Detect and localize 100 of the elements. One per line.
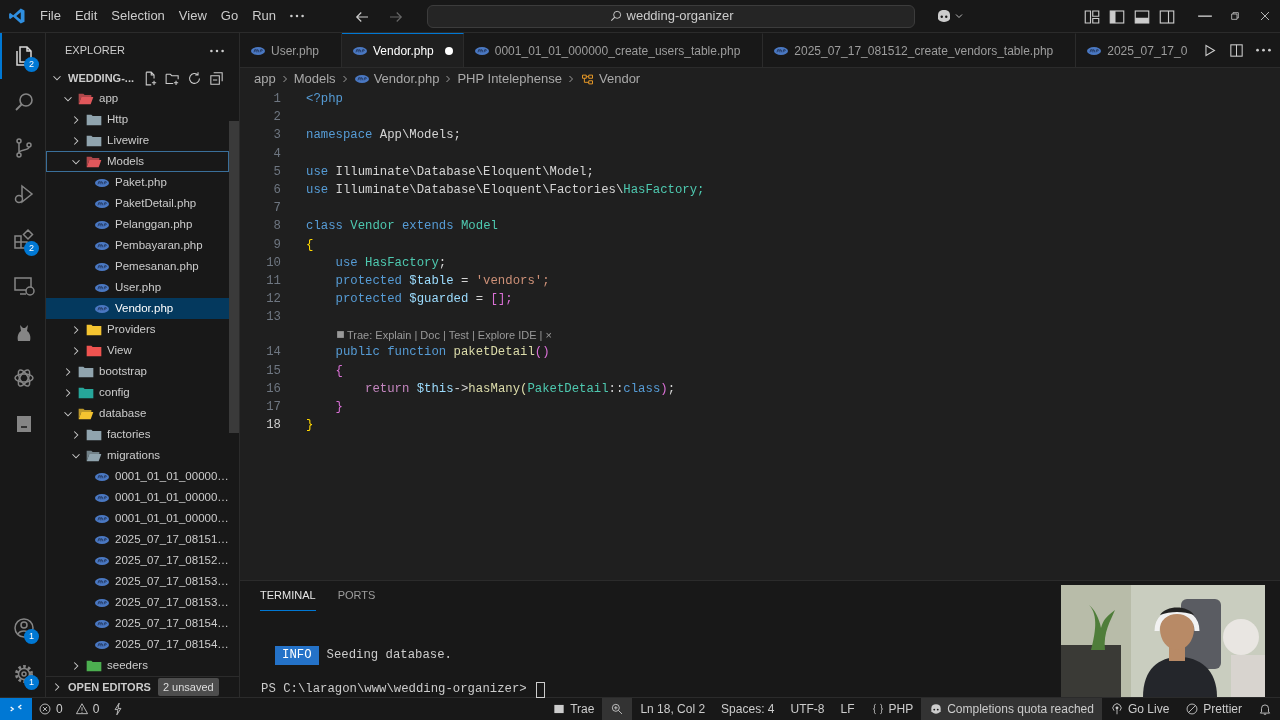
collapse-all-button[interactable] — [208, 69, 225, 87]
editor-tab[interactable]: 2025_07_17_0 — [1076, 33, 1195, 67]
line-number: 6 — [272, 181, 281, 199]
code-line: use Illuminate\Database\Eloquent\Model; — [306, 163, 594, 181]
split-editor-icon — [1228, 41, 1245, 59]
file-tree-item[interactable]: 2025_07_17_08154… — [46, 613, 229, 634]
folder-tree-item[interactable]: app — [46, 88, 229, 109]
menu-item[interactable]: Edit — [67, 3, 105, 29]
folder-tree-item[interactable]: Livewire — [46, 130, 229, 151]
line-number: 8 — [272, 218, 281, 236]
notification-badge: 2 — [24, 241, 39, 256]
account-view-button[interactable]: 1 — [0, 605, 46, 651]
folder-section-header[interactable]: WEDDING-... — [50, 69, 134, 87]
status-item[interactable]: Prettier — [1177, 697, 1250, 720]
status-icon-button[interactable] — [602, 697, 633, 720]
file-tree-item[interactable]: PaketDetail.php — [46, 193, 229, 214]
folder-tree-item[interactable]: bootstrap — [46, 361, 229, 382]
notification-badge: 1 — [24, 629, 39, 644]
menu-item[interactable]: View — [171, 3, 214, 29]
copilot-icon — [935, 7, 953, 25]
breadcrumb-item[interactable]: Vendor.php — [353, 69, 440, 89]
status-item[interactable]: UTF-8 — [782, 697, 833, 720]
breadcrumb-item[interactable]: Models — [293, 69, 336, 89]
log-level-badge: INFO — [275, 646, 319, 665]
status-item[interactable]: LF — [832, 697, 863, 720]
file-tree-item[interactable]: Paket.php — [46, 172, 229, 193]
file-tree-item[interactable]: Pelanggan.php — [46, 214, 229, 235]
file-tree-item[interactable]: 0001_01_01_00000… — [46, 487, 229, 508]
sidebar-title: EXPLORER — [65, 43, 125, 59]
editor-tab[interactable]: 2025_07_17_081512_create_vendors_table.php — [763, 33, 1077, 67]
code-line: { — [306, 236, 314, 254]
line-number: 15 — [265, 362, 281, 380]
folder-tree-item[interactable]: seeders — [46, 655, 229, 676]
split-editor-button[interactable] — [1228, 41, 1245, 59]
menu-item[interactable]: Run — [245, 3, 283, 29]
folder-tree-item[interactable]: Providers — [46, 319, 229, 340]
menu-item[interactable]: File — [33, 3, 68, 29]
editor-tab[interactable]: Vendor.php — [342, 33, 464, 67]
status-item[interactable]: Spaces: 4 — [713, 697, 783, 720]
file-tree-item[interactable]: 0001_01_01_00000… — [46, 466, 229, 487]
breadcrumb-item[interactable]: PHP Intelephense — [457, 69, 562, 89]
file-tree-item[interactable]: 2025_07_17_08152… — [46, 550, 229, 571]
notification-badge: 2 — [24, 57, 39, 72]
minimize-button[interactable] — [1197, 14, 1213, 18]
line-number: 17 — [265, 399, 281, 416]
class-symbol-icon — [580, 71, 595, 87]
line-number: 7 — [272, 200, 281, 218]
broadcast-icon — [1109, 702, 1124, 716]
account-icon — [12, 616, 36, 640]
status-item[interactable]: Trae — [544, 697, 603, 720]
remote-window-button[interactable] — [0, 697, 32, 720]
folder-tree-item[interactable]: migrations — [46, 445, 229, 466]
folder-tree-item[interactable]: config — [46, 382, 229, 403]
folder-tree-item[interactable]: View — [46, 340, 229, 361]
error-icon — [38, 702, 52, 716]
extensions-view-button[interactable]: 2 — [0, 217, 46, 263]
open-editors-header[interactable]: OPEN EDITORS — [50, 678, 151, 696]
braces-icon — [870, 702, 885, 716]
command-center-search[interactable]: wedding-organizer — [427, 4, 915, 28]
file-tree-item[interactable]: Pembayaran.php — [46, 235, 229, 256]
errors-item[interactable]: 0 — [32, 697, 69, 720]
file-tree-item[interactable]: 0001_01_01_00000… — [46, 508, 229, 529]
folder-tree-item[interactable]: Models — [46, 151, 229, 172]
refresh-button[interactable] — [186, 69, 203, 87]
menu-item[interactable]: Selection — [104, 3, 172, 29]
status-item[interactable]: Completions quota reached — [921, 697, 1102, 720]
terminal-prompt: PS C:\laragon\www\wedding-organizer> — [261, 681, 527, 698]
settings-view-button[interactable]: 1 — [0, 651, 46, 697]
warnings-item[interactable]: 0 — [68, 697, 106, 720]
terminal-cursor — [535, 681, 545, 698]
folder-tree-item[interactable]: Http — [46, 109, 229, 130]
panel-tab[interactable]: TERMINAL — [260, 581, 316, 611]
folder-tree-item[interactable]: database — [46, 403, 229, 424]
panel-tab[interactable]: PORTS — [337, 581, 376, 611]
editor-tab[interactable]: 0001_01_01_000000_create_users_table.php — [463, 33, 764, 67]
breadcrumb-item[interactable]: Vendor — [580, 69, 641, 89]
scrollbar-thumb[interactable] — [229, 121, 239, 433]
square-icon — [552, 702, 567, 716]
file-tree-item[interactable]: 2025_07_17_08153… — [46, 592, 229, 613]
line-number: 18 — [265, 417, 281, 435]
file-tree-item[interactable]: User.php — [46, 277, 229, 298]
line-number: 4 — [272, 145, 281, 163]
more-actions-button[interactable] — [1255, 47, 1272, 53]
codelens-actions[interactable]: Trae: Explain | Doc | Test | Explore IDE | × — [347, 326, 552, 344]
file-tree-item[interactable]: 2025_07_17_08153… — [46, 571, 229, 592]
code-line: public function paketDetail() — [334, 344, 550, 362]
breadcrumb-item[interactable]: app — [254, 69, 276, 89]
folder-tree-item[interactable]: factories — [46, 424, 229, 445]
file-tree-item[interactable]: Vendor.php — [46, 298, 229, 319]
code-line: return $this->hasMany(PaketDetail::class); — [364, 380, 676, 398]
menu-item[interactable]: Go — [213, 3, 246, 29]
more-icon — [289, 14, 305, 18]
file-tree-item[interactable]: 2025_07_17_08154… — [46, 634, 229, 655]
status-item[interactable]: PHP — [862, 697, 922, 720]
file-tree-item[interactable]: 2025_07_17_08151… — [46, 529, 229, 550]
copilot-button[interactable] — [935, 7, 965, 25]
more-actions-button[interactable] — [209, 48, 225, 53]
status-item[interactable]: Go Live — [1101, 697, 1178, 720]
file-tree-item[interactable]: Pemesanan.php — [46, 256, 229, 277]
status-item[interactable]: Ln 18, Col 2 — [632, 697, 714, 720]
